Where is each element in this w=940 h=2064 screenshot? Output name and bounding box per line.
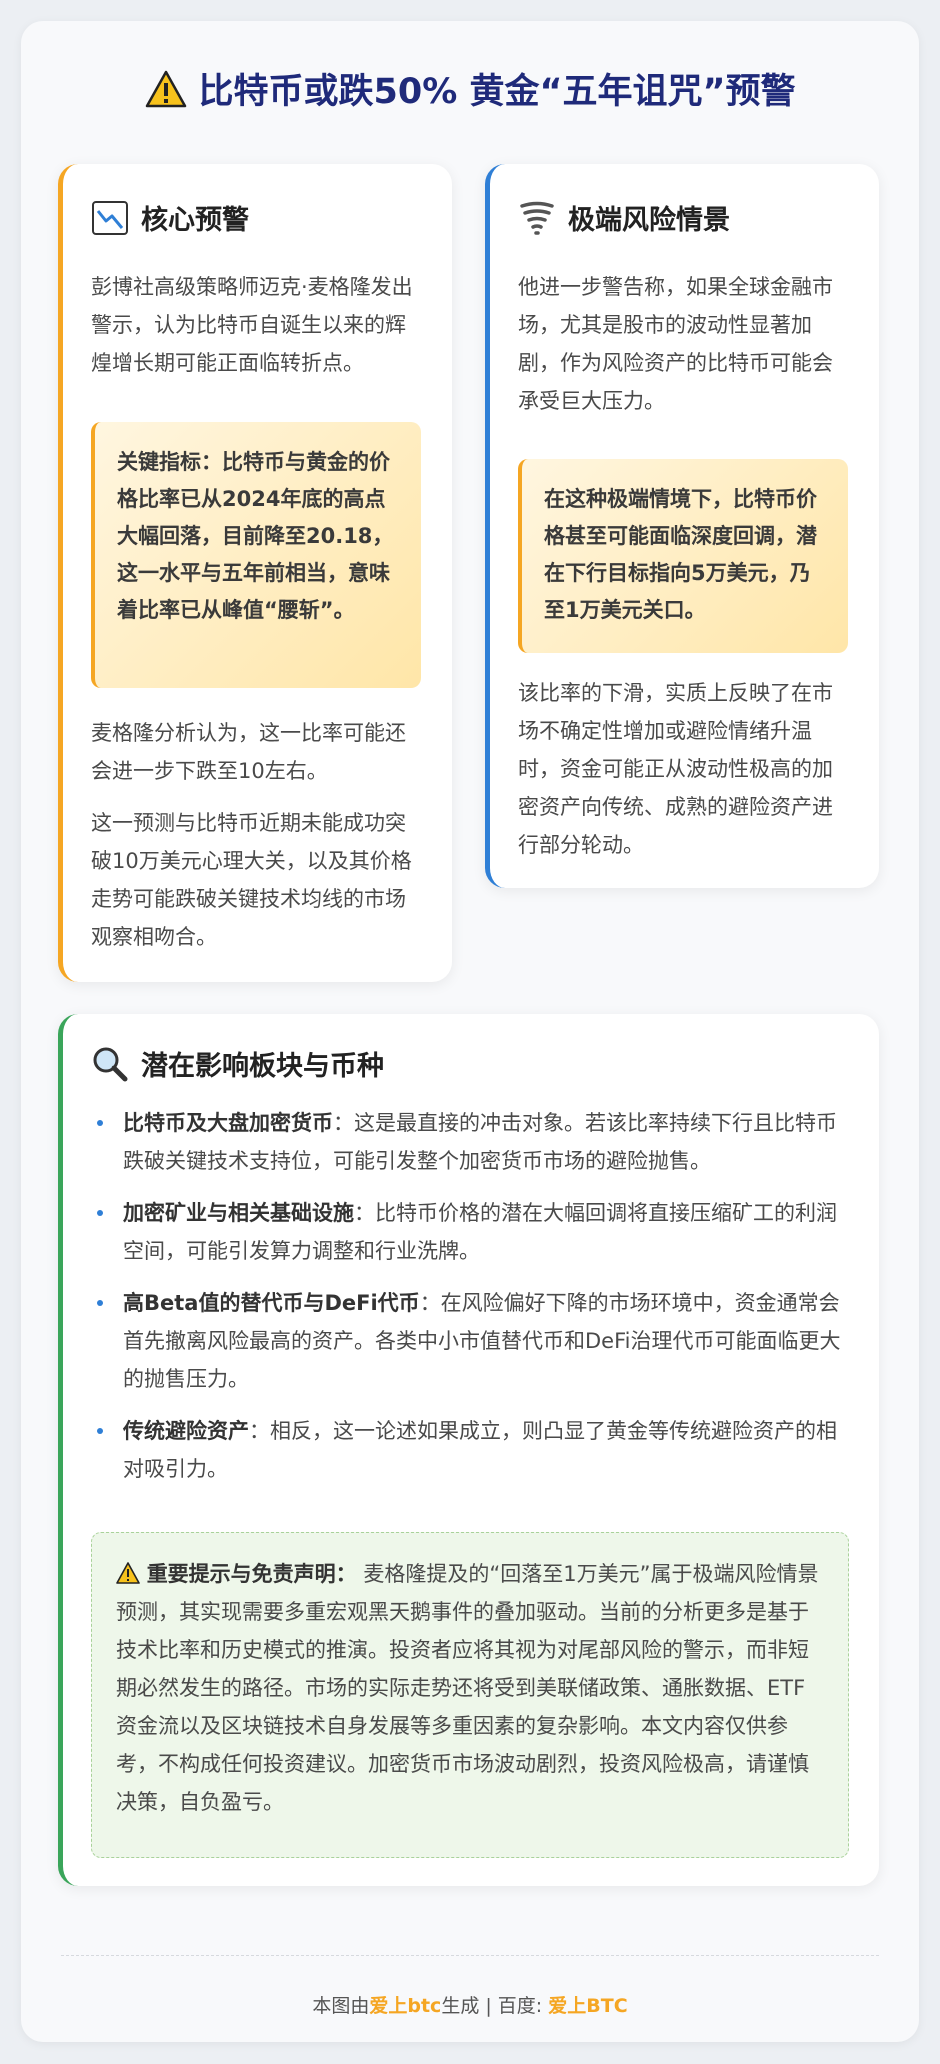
core-intro-text: 彭博社高级策略师迈克·麦格隆发出警示，认为比特币自诞生以来的辉煌增长期可能正面临… bbox=[91, 275, 413, 375]
core-warning-heading: 核心预警 bbox=[91, 198, 249, 237]
list-item: 高Beta值的替代币与DeFi代币：在风险偏好下降的市场环境中，资金通常会首先撤… bbox=[93, 1284, 853, 1398]
core-para3-text: 这一预测与比特币近期未能成功突破10万美元心理大关，以及其价格走势可能跌破关键技… bbox=[91, 811, 412, 949]
footer-baidu-link[interactable]: 爱上BTC bbox=[548, 1995, 627, 2017]
list-item: 比特币及大盘加密货币：这是最直接的冲击对象。若该比率持续下行且比特币跌破关键技术… bbox=[93, 1104, 853, 1180]
bullet-dot bbox=[97, 1300, 103, 1306]
extreme-risk-card: 极端风险情景 他进一步警告称，如果全球金融市场，尤其是股市的波动性显著加剧，作为… bbox=[485, 164, 879, 888]
warning-icon bbox=[116, 1562, 140, 1584]
disclaimer-text: 麦格隆提及的“回落至1万美元”属于极端风险情景预测，其实现需要多重宏观黑天鹅事件… bbox=[116, 1562, 819, 1814]
footer-brand-link[interactable]: 爱上btc bbox=[369, 1995, 441, 2017]
bullet-dot bbox=[97, 1428, 103, 1434]
disclaimer-box: 重要提示与免责声明： 麦格隆提及的“回落至1万美元”属于极端风险情景预测，其实现… bbox=[91, 1532, 849, 1858]
list-item: 传统避险资产：相反，这一论述如果成立，则凸显了黄金等传统避险资产的相对吸引力。 bbox=[93, 1412, 853, 1488]
core-highlight-box: 关键指标：比特币与黄金的价格比率已从2024年底的高点大幅回落，目前降至20.1… bbox=[91, 422, 421, 688]
extreme-highlight-box: 在这种极端情境下，比特币价格甚至可能面临深度回调，潜在下行目标指向5万美元，乃至… bbox=[518, 459, 848, 653]
disclaimer-label: 重要提示与免责声明： bbox=[146, 1562, 357, 1586]
page-title: 比特币或跌50% 黄金“五年诅咒”预警 bbox=[21, 63, 919, 114]
extreme-intro-text: 他进一步警告称，如果全球金融市场，尤其是股市的波动性显著加剧，作为风险资产的比特… bbox=[518, 275, 833, 413]
footer: 本图由爱上btc生成 | 百度: 爱上BTC bbox=[312, 1995, 628, 2017]
chart-down-icon bbox=[92, 200, 128, 235]
impact-card: 潜在影响板块与币种 比特币及大盘加密货币：这是最直接的冲击对象。若该比率持续下行… bbox=[58, 1014, 879, 1886]
footer-divider bbox=[61, 1955, 879, 1956]
impact-heading: 潜在影响板块与币种 bbox=[91, 1044, 384, 1083]
extreme-para2-text: 该比率的下滑，实质上反映了在市场不确定性增加或避险情绪升温时，资金可能正从波动性… bbox=[518, 681, 833, 857]
bullet-dot bbox=[97, 1210, 103, 1216]
core-warning-card: 核心预警 彭博社高级策略师迈克·麦格隆发出警示，认为比特币自诞生以来的辉煌增长期… bbox=[58, 164, 452, 982]
core-para2-text: 麦格隆分析认为，这一比率可能还会进一步下跌至10左右。 bbox=[91, 721, 406, 783]
magnifier-icon bbox=[93, 1047, 128, 1081]
extreme-risk-heading: 极端风险情景 bbox=[518, 198, 730, 237]
bullet-dot bbox=[97, 1120, 103, 1126]
impact-list: 比特币及大盘加密货币：这是最直接的冲击对象。若该比率持续下行且比特币跌破关键技术… bbox=[93, 1104, 853, 1502]
list-item: 加密矿业与相关基础设施：比特币价格的潜在大幅回调将直接压缩矿工的利润空间，可能引… bbox=[93, 1194, 853, 1270]
tornado-icon bbox=[520, 201, 554, 235]
page-container: 比特币或跌50% 黄金“五年诅咒”预警 核心预警 彭博社高级策略师迈克·麦格隆发… bbox=[21, 21, 919, 2042]
warning-icon bbox=[145, 70, 186, 107]
page-title-text: 比特币或跌50% 黄金“五年诅咒”预警 bbox=[198, 72, 796, 112]
